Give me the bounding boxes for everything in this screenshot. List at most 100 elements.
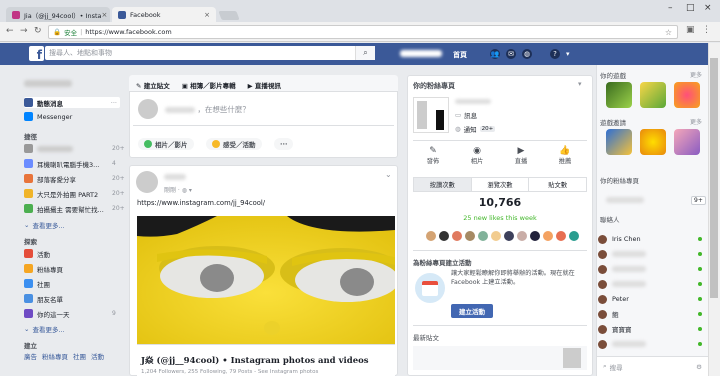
reload-icon[interactable]: ↻: [34, 26, 42, 36]
link-preview-image[interactable]: [137, 216, 395, 344]
friends-icon[interactable]: 👥: [490, 49, 500, 59]
page-messages-link[interactable]: ▭ 訊息: [455, 110, 477, 120]
facebook-logo[interactable]: f: [29, 46, 44, 61]
more-icon[interactable]: ···: [111, 99, 117, 107]
feeling-activity-button[interactable]: 感受／活動: [206, 138, 262, 150]
caret-down-icon[interactable]: ▾: [566, 50, 570, 58]
chat-search-input[interactable]: ⌕ 搜尋 ⚙: [597, 356, 708, 376]
sidebar-explore-item[interactable]: 活動: [24, 248, 50, 259]
post-author-avatar[interactable]: [136, 171, 158, 193]
recent-post-preview[interactable]: [413, 346, 587, 370]
sidebar-shortcut[interactable]: 耳機喇叭電腦手機3... 4: [24, 158, 116, 169]
menu-icon[interactable]: ⋮: [702, 25, 711, 35]
chat-contact[interactable]: [598, 263, 702, 275]
url-bar[interactable]: 🔒 安全 | https://www.facebook.com ☆: [48, 25, 678, 39]
chat-contact[interactable]: [598, 278, 702, 290]
nav-messenger[interactable]: Messenger: [24, 111, 72, 122]
nav-news-feed[interactable]: 動態消息 ···: [24, 97, 120, 108]
page-action-video[interactable]: ▶ 直播: [506, 146, 536, 165]
post-link-text[interactable]: https://www.instagram.com/jj_94cool/: [137, 199, 265, 207]
link-title[interactable]: J焱 (@jj__94cool) • Instagram photos and …: [141, 354, 369, 366]
forward-icon[interactable]: →: [20, 26, 28, 36]
profile-link[interactable]: [24, 80, 72, 87]
post-author-name[interactable]: Jia 分享了: [164, 174, 193, 182]
liker-avatar[interactable]: [438, 230, 450, 242]
liker-avatar[interactable]: [555, 230, 567, 242]
extension-icon[interactable]: ▣: [686, 25, 695, 35]
game-tile[interactable]: [640, 82, 666, 108]
page-name[interactable]: [455, 99, 491, 104]
liker-avatar[interactable]: [477, 230, 489, 242]
page-notifications-link[interactable]: ◍ 通知 20+: [455, 124, 496, 134]
tab-posts[interactable]: 貼文數: [528, 178, 586, 191]
page-action-pencil[interactable]: ✎ 發佈: [418, 146, 448, 165]
liker-avatar[interactable]: [490, 230, 502, 242]
games-more-link[interactable]: 更多: [690, 70, 702, 79]
game-tile[interactable]: [674, 129, 700, 155]
sidebar-explore-item[interactable]: 社團: [24, 278, 50, 289]
sidebar-explore-item[interactable]: 粉絲專頁: [24, 263, 63, 274]
see-more-shortcuts[interactable]: ⌄ 查看更多...: [24, 219, 65, 230]
game-tile[interactable]: [606, 82, 632, 108]
liker-avatar[interactable]: [542, 230, 554, 242]
liker-avatar[interactable]: [425, 230, 437, 242]
sidebar-shortcut[interactable]: 20+: [24, 143, 125, 154]
tab-views[interactable]: 瀏覽次數: [470, 178, 529, 191]
messenger-icon[interactable]: ✉: [506, 49, 516, 59]
composer-input[interactable]: ，在想些什麼？: [165, 104, 250, 115]
settings-gear-icon[interactable]: ⚙: [696, 363, 702, 371]
sidebar-explore-item[interactable]: 你的這一天 9: [24, 308, 116, 319]
chat-contact[interactable]: Peter: [598, 293, 702, 305]
back-icon[interactable]: ←: [6, 26, 14, 36]
tab-album[interactable]: ▣ 相簿／影片專輯: [182, 80, 236, 90]
chat-contact[interactable]: 飽: [598, 308, 702, 320]
bookmark-star-icon[interactable]: ☆: [665, 28, 672, 37]
liker-avatar[interactable]: [464, 230, 476, 242]
more-options-button[interactable]: ···: [274, 138, 294, 150]
close-icon[interactable]: ×: [204, 11, 210, 19]
sidebar-shortcut[interactable]: 拍攝攝主 需要幫忙找... 20+: [24, 203, 125, 214]
page-avatar[interactable]: [413, 97, 449, 133]
sidebar-shortcut[interactable]: 大只是外拍團 PART2 20+: [24, 188, 125, 199]
game-tile[interactable]: [674, 82, 700, 108]
tab-likes[interactable]: 按讚次數: [414, 178, 471, 191]
help-icon[interactable]: ?: [550, 49, 560, 59]
tab-live-video[interactable]: ▶ 直播視訊: [248, 80, 281, 90]
page-action-camera[interactable]: ◉ 相片: [462, 146, 492, 165]
page-link[interactable]: [606, 197, 644, 203]
page-action-thumb[interactable]: 👍 推薦: [550, 146, 580, 165]
browser-tab-facebook[interactable]: Facebook ×: [112, 7, 216, 22]
see-more-explore[interactable]: ⌄ 查看更多...: [24, 323, 65, 334]
create-event-link[interactable]: 活動: [91, 351, 104, 361]
search-input[interactable]: 搜尋人、地點和事物 ⌕: [45, 46, 375, 60]
search-icon[interactable]: ⌕: [355, 46, 375, 60]
photo-video-button[interactable]: 相片／影片: [138, 138, 194, 150]
avatar[interactable]: [138, 99, 158, 119]
game-suggestions-more-link[interactable]: 更多: [690, 117, 702, 126]
maximize-icon[interactable]: □: [686, 3, 695, 13]
globe-icon[interactable]: ◍: [522, 49, 532, 59]
liker-avatar[interactable]: [503, 230, 515, 242]
create-event-button[interactable]: 建立活動: [451, 304, 493, 318]
close-icon[interactable]: ×: [102, 11, 108, 19]
close-window-icon[interactable]: ×: [704, 3, 712, 13]
new-tab-button[interactable]: [218, 11, 240, 20]
create-group-link[interactable]: 社團: [73, 351, 86, 361]
chevron-down-icon[interactable]: ⌄: [385, 170, 392, 179]
game-tile[interactable]: [640, 129, 666, 155]
liker-avatar[interactable]: [451, 230, 463, 242]
chat-contact[interactable]: Iris Chen: [598, 233, 702, 245]
profile-name[interactable]: [400, 50, 442, 57]
tab-create-post[interactable]: ✎ 建立貼文: [136, 80, 170, 90]
chevron-down-icon[interactable]: ▾: [578, 80, 582, 88]
chat-contact[interactable]: 寶寶寶: [598, 323, 702, 335]
sidebar-explore-item[interactable]: 朋友名單: [24, 293, 63, 304]
browser-tab-instagram[interactable]: Jia（@jj_94cool）• Insta ×: [6, 7, 110, 22]
chat-contact[interactable]: [598, 338, 702, 350]
game-tile[interactable]: [606, 129, 632, 155]
create-ad-link[interactable]: 廣告: [24, 351, 37, 361]
sidebar-shortcut[interactable]: 部落客愛分享 20+: [24, 173, 125, 184]
home-link[interactable]: 首頁: [453, 50, 467, 60]
minimize-icon[interactable]: –: [668, 3, 673, 13]
scrollbar-thumb[interactable]: [710, 58, 718, 298]
